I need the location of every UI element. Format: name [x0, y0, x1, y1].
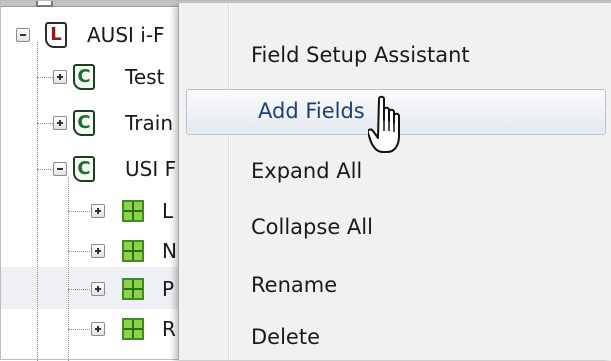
menu-item-collapse-all[interactable]: Collapse All [179, 205, 611, 251]
expand-icon[interactable] [53, 70, 67, 84]
tree-node-label: Test [125, 65, 165, 89]
grid-icon [122, 240, 144, 262]
parent-node-stub [36, 1, 53, 7]
tree-node-field-n[interactable]: N [1, 231, 181, 271]
library-badge-icon: L [45, 22, 67, 48]
menu-item-label: Rename [251, 273, 338, 297]
tree-node-label: N [162, 239, 177, 263]
tree-node-label: R [162, 317, 176, 341]
collection-badge-icon: C [73, 156, 95, 182]
grid-icon [122, 318, 144, 340]
menu-item-field-setup-assistant[interactable]: Field Setup Assistant [179, 33, 611, 79]
tree-node-label: Train [125, 111, 173, 135]
tree-node-usi[interactable]: C USI F [1, 150, 181, 190]
tree-node-field-r[interactable]: R [1, 309, 181, 349]
tree-node-ausi[interactable]: L AUSI i-F [1, 15, 181, 55]
tree-node-field-p[interactable]: P [1, 269, 181, 309]
collection-badge-icon: C [73, 64, 95, 90]
tree-node-label: AUSI i-F [87, 23, 165, 47]
context-menu: Field Setup Assistant Add Fields Expand … [178, 3, 611, 360]
expand-icon[interactable] [91, 322, 105, 336]
menu-item-rename[interactable]: Rename [179, 263, 611, 309]
expand-icon[interactable] [91, 282, 105, 296]
collection-badge-icon: C [73, 110, 95, 136]
collapse-icon[interactable] [16, 28, 30, 42]
tree-node-field-l[interactable]: L [1, 191, 181, 231]
hand-pointer-icon [368, 95, 400, 153]
tree-node-label: USI F [125, 157, 177, 181]
menu-item-label: Add Fields [258, 99, 365, 123]
menu-item-label: Expand All [251, 159, 363, 183]
menu-item-label: Delete [251, 325, 320, 349]
grid-icon [122, 278, 144, 300]
collapse-icon[interactable] [53, 162, 67, 176]
tree-node-label: P [162, 277, 175, 301]
expand-icon[interactable] [91, 204, 105, 218]
menu-item-label: Collapse All [251, 215, 373, 239]
tree-node-test[interactable]: C Test [1, 58, 181, 98]
grid-icon [122, 200, 144, 222]
tree-node-label: L [162, 199, 174, 223]
menu-item-label: Field Setup Assistant [251, 43, 470, 67]
tree-node-train[interactable]: C Train [1, 104, 181, 144]
expand-icon[interactable] [91, 244, 105, 258]
expand-icon[interactable] [53, 116, 67, 130]
menu-item-delete[interactable]: Delete [179, 315, 611, 361]
